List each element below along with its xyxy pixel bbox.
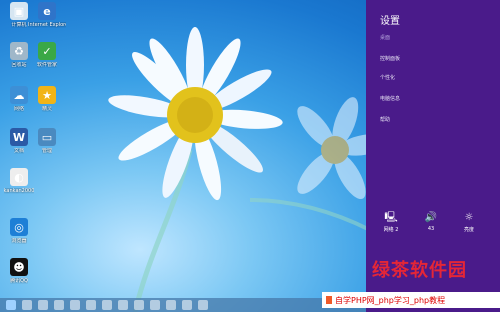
desktop-shortcut-label: 腾讯QQ — [10, 278, 28, 284]
network-tile-caption: 网络 2 — [383, 227, 399, 233]
site-caption: 自学PHP网_php学习_php教程 — [322, 292, 500, 308]
taskbar-button[interactable] — [118, 300, 128, 310]
taskbar-button[interactable] — [150, 300, 160, 310]
brightness-icon: ☼ — [464, 212, 474, 223]
browser-icon: ◎ — [10, 218, 28, 236]
charm-link-control-panel[interactable]: 控制面板 — [380, 55, 400, 62]
desktop-shortcut[interactable]: ★ 精灵 — [30, 86, 64, 112]
desktop-shortcut[interactable]: ☻ 腾讯QQ — [2, 258, 36, 284]
network-icon: 🖳 — [384, 212, 398, 223]
qq-icon: ☻ — [10, 258, 28, 276]
start-button[interactable] — [6, 300, 16, 310]
charm-title: 设置 — [380, 16, 400, 27]
taskbar-button[interactable] — [86, 300, 96, 310]
desktop-shortcut-label: Internet Explorer — [28, 22, 66, 28]
disk-icon: ▭ — [38, 128, 56, 146]
brightness-tile[interactable]: ☼ 亮度 — [456, 212, 482, 238]
desktop-shortcut-label: 计算机 — [11, 22, 27, 28]
taskbar-button[interactable] — [134, 300, 144, 310]
network-tile[interactable]: 🖳 网络 2 — [378, 212, 404, 238]
desktop-shortcut-label: 浏览器 — [11, 238, 27, 244]
desktop-shortcut[interactable]: ◎ 浏览器 — [2, 218, 36, 244]
desktop-shortcut[interactable]: e Internet Explorer — [28, 2, 66, 28]
brightness-tile-caption: 亮度 — [463, 227, 474, 233]
network-icon: ☁ — [10, 86, 28, 104]
taskbar-button[interactable] — [38, 300, 48, 310]
desktop-shortcut[interactable]: ✓ 软件管家 — [30, 42, 64, 68]
desktop-shortcut[interactable]: ▭ 管理 — [30, 128, 64, 154]
desktop-shortcut-label: 软件管家 — [36, 62, 57, 68]
desktop-shortcut-label: 精灵 — [41, 106, 52, 112]
app-icon: ✓ — [38, 42, 56, 60]
volume-icon: 🔊 — [424, 212, 438, 223]
desktop-shortcut-label: 管理 — [41, 148, 52, 154]
recycle-bin-icon: ♻ — [10, 42, 28, 60]
desktop-shortcut-label: 文档 — [13, 148, 24, 154]
computer-icon: ▣ — [10, 2, 28, 20]
player-icon: ◐ — [10, 168, 28, 186]
desktop-shortcut-label: kankan2000 — [3, 188, 35, 194]
charm-link-personalize[interactable]: 个性化 — [380, 74, 395, 81]
volume-tile-caption: 43 — [427, 226, 435, 232]
taskbar-button[interactable] — [198, 300, 208, 310]
taskbar-button[interactable] — [166, 300, 176, 310]
taskbar-button[interactable] — [182, 300, 192, 310]
taskbar-button[interactable] — [22, 300, 32, 310]
site-logo-icon — [326, 296, 332, 304]
taskbar-button[interactable] — [102, 300, 112, 310]
star-app-icon: ★ — [38, 86, 56, 104]
desktop-shortcut[interactable]: ◐ kankan2000 — [2, 168, 36, 194]
volume-tile[interactable]: 🔊 43 — [418, 212, 444, 238]
charm-link-pc-info[interactable]: 电脑信息 — [380, 95, 400, 102]
taskbar-button[interactable] — [54, 300, 64, 310]
taskbar-button[interactable] — [70, 300, 80, 310]
ie-icon: e — [38, 2, 56, 20]
daisy-flower — [108, 27, 283, 201]
site-caption-text: 自学PHP网_php学习_php教程 — [335, 295, 446, 305]
charm-link-help[interactable]: 帮助 — [380, 116, 390, 123]
charm-link-desktop[interactable]: 桌面 — [380, 34, 390, 41]
watermark-text: 绿茶软件园 — [372, 260, 467, 281]
desktop-shortcut-label: 回收站 — [11, 62, 27, 68]
desktop-shortcut-label: 网络 — [13, 106, 24, 112]
word-icon: W — [10, 128, 28, 146]
